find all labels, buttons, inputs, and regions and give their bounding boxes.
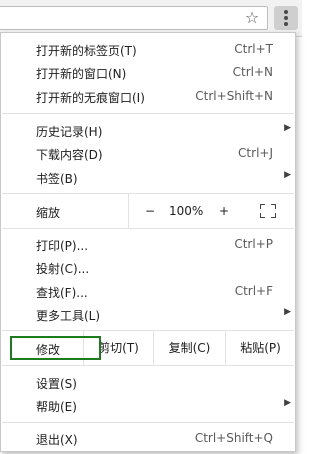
menu-separator — [2, 228, 294, 229]
menu-item-label: 打开新的无痕窗口(I) — [36, 91, 145, 105]
menu-item-help[interactable]: 帮助(E) ▶ — [1, 394, 295, 417]
menu-item-bookmarks[interactable]: 书签(B) ▶ — [1, 166, 295, 189]
menu-item-shortcut: Ctrl+T — [234, 42, 273, 56]
menu-item-label: 书签(B) — [36, 172, 78, 186]
zoom-label: 缩放 — [36, 206, 61, 220]
menu-item-shortcut: Ctrl+F — [234, 284, 273, 298]
fullscreen-icon[interactable] — [260, 204, 276, 218]
menu-item-label: 投射(C)... — [36, 262, 90, 276]
submenu-arrow-icon: ▶ — [284, 170, 291, 180]
kebab-dot-icon — [284, 10, 288, 14]
menu-item-label: 更多工具(L) — [36, 309, 101, 323]
kebab-dot-icon — [284, 22, 288, 26]
menu-item-settings[interactable]: 设置(S) — [1, 371, 295, 394]
menu-item-new-window[interactable]: 打开新的窗口(N) Ctrl+N — [1, 61, 295, 84]
submenu-arrow-icon: ▶ — [284, 398, 291, 408]
menu-item-label: 设置(S) — [36, 377, 77, 391]
chrome-main-menu: 打开新的标签页(T) Ctrl+T 打开新的窗口(N) Ctrl+N 打开新的无… — [0, 32, 296, 452]
menu-item-label: 退出(X) — [36, 433, 78, 447]
zoom-row: 缩放 − 100% + — [1, 194, 295, 228]
menu-item-label: 打开新的标签页(T) — [36, 44, 137, 58]
menu-item-new-incognito[interactable]: 打开新的无痕窗口(I) Ctrl+Shift+N — [1, 85, 295, 108]
paste-button[interactable]: 粘贴(P) — [225, 331, 295, 365]
copy-button[interactable]: 复制(C) — [153, 331, 225, 365]
menu-item-label: 查找(F)... — [36, 286, 88, 300]
settings-highlight-box — [10, 336, 101, 360]
menu-item-shortcut: Ctrl+Shift+Q — [194, 431, 273, 445]
menu-separator — [2, 365, 294, 366]
menu-item-label: 历史记录(H) — [36, 125, 103, 139]
menu-item-downloads[interactable]: 下载内容(D) Ctrl+J — [1, 142, 295, 165]
menu-item-label: 打开新的窗口(N) — [36, 67, 127, 81]
menu-item-shortcut: Ctrl+P — [234, 237, 273, 251]
chrome-menu-button[interactable] — [274, 6, 298, 30]
menu-item-new-tab[interactable]: 打开新的标签页(T) Ctrl+T — [1, 38, 295, 61]
menu-item-label: 帮助(E) — [36, 400, 77, 414]
menu-item-print[interactable]: 打印(P)... Ctrl+P — [1, 233, 295, 256]
zoom-level: 100% — [169, 204, 204, 218]
submenu-arrow-icon: ▶ — [284, 123, 291, 133]
menu-item-exit[interactable]: 退出(X) Ctrl+Shift+Q — [1, 427, 295, 450]
menu-item-label: 下载内容(D) — [36, 148, 103, 162]
kebab-dot-icon — [284, 16, 288, 20]
menu-item-history[interactable]: 历史记录(H) ▶ — [1, 119, 295, 142]
menu-separator — [2, 113, 294, 114]
menu-item-more-tools[interactable]: 更多工具(L) ▶ — [1, 303, 295, 326]
menu-item-shortcut: Ctrl+J — [238, 146, 273, 160]
address-bar[interactable]: ☆ — [0, 6, 268, 30]
menu-item-find[interactable]: 查找(F)... Ctrl+F — [1, 280, 295, 303]
menu-item-label: 打印(P)... — [36, 239, 89, 253]
menu-item-shortcut: Ctrl+N — [232, 65, 273, 79]
submenu-arrow-icon: ▶ — [284, 307, 291, 317]
menu-item-cast[interactable]: 投射(C)... — [1, 256, 295, 279]
zoom-out-button[interactable]: − — [145, 194, 155, 228]
menu-item-shortcut: Ctrl+Shift+N — [195, 89, 273, 103]
bookmark-star-icon[interactable]: ☆ — [243, 9, 261, 27]
zoom-in-button[interactable]: + — [219, 194, 229, 228]
menu-separator — [2, 422, 294, 423]
